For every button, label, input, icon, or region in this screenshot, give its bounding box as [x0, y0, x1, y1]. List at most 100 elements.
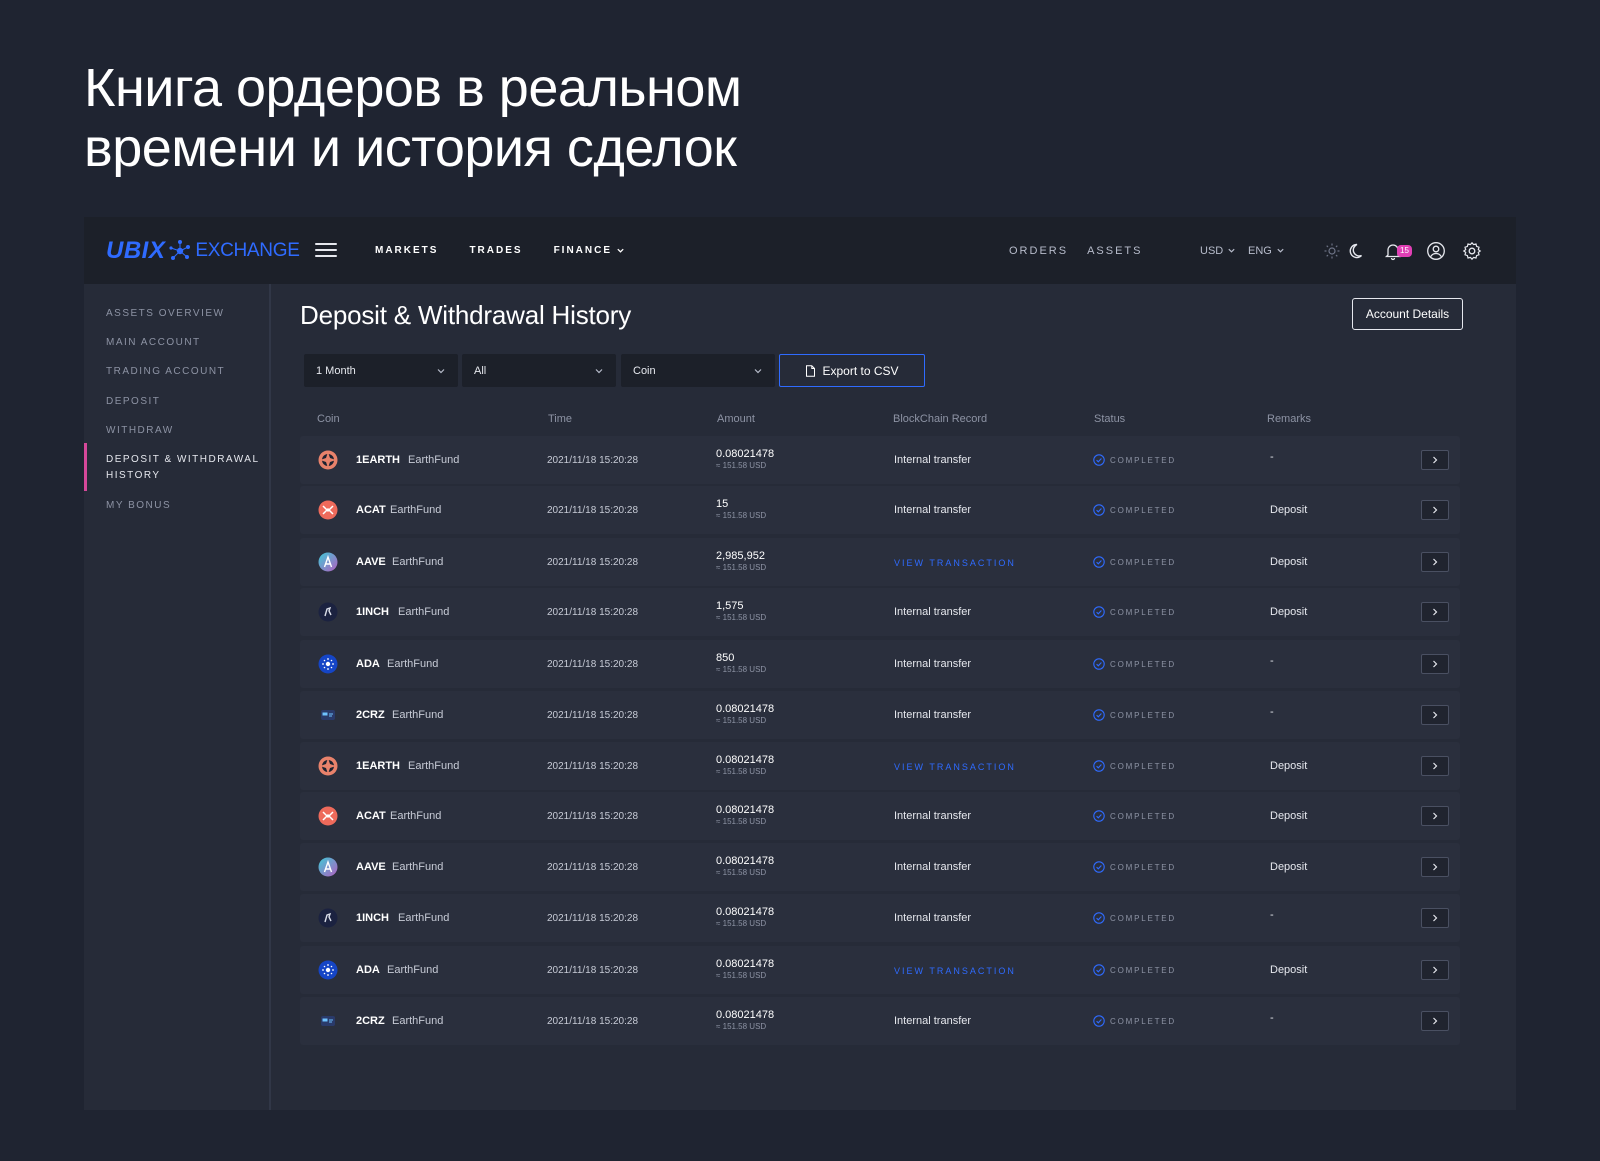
table-row[interactable]: 2CRZ EarthFund 2021/11/18 15:20:28 0.080214… [300, 997, 1460, 1045]
nav-markets[interactable]: MARKETS [375, 245, 438, 256]
amount-usd-value: ≈ 151.58 USD [716, 1022, 767, 1031]
status-label: COMPLETED [1110, 862, 1176, 872]
chevron-right-icon [1433, 812, 1438, 820]
chevron-down-icon [754, 368, 762, 373]
row-details-button[interactable] [1421, 705, 1449, 725]
row-details-button[interactable] [1421, 857, 1449, 877]
table-row[interactable]: ADA EarthFund 2021/11/18 15:20:28 0.0802147… [300, 946, 1460, 994]
row-details-button[interactable] [1421, 654, 1449, 674]
coin-symbol: ADA [356, 964, 380, 976]
row-details-button[interactable] [1421, 450, 1449, 470]
top-navigation-bar: UBIX EXCHANGE MARKETS TRADES FINANCE ORD… [84, 217, 1516, 284]
status-badge: COMPLETED [1093, 912, 1176, 924]
coin-filter-value: Coin [633, 364, 656, 377]
row-details-button[interactable] [1421, 500, 1449, 520]
check-circle-icon [1093, 1015, 1105, 1027]
sidebar-item-deposit[interactable]: DEPOSIT [106, 394, 160, 410]
header-remarks[interactable]: Remarks [1267, 413, 1311, 425]
row-details-button[interactable] [1421, 1011, 1449, 1031]
transaction-amount: 0.08021478 ≈ 151.58 USD [716, 958, 774, 981]
row-details-button[interactable] [1421, 960, 1449, 980]
row-details-button[interactable] [1421, 602, 1449, 622]
sidebar-item-withdraw[interactable]: WITHDRAW [106, 423, 174, 439]
transaction-amount: 0.08021478 ≈ 151.58 USD [716, 804, 774, 827]
coin-name: EarthFund [387, 658, 439, 670]
headline-line-2: времени и история сделок [84, 118, 737, 178]
remark-text: - [1270, 655, 1274, 667]
type-filter-select[interactable]: All [462, 354, 616, 387]
export-csv-button[interactable]: Export to CSV [779, 354, 925, 387]
remark-text: Deposit [1270, 556, 1308, 568]
table-row[interactable]: ACAT EarthFund 2021/11/18 15:20:28 0.080214… [300, 792, 1460, 840]
nav-orders[interactable]: ORDERS [1009, 245, 1068, 257]
coin-name: EarthFund [390, 810, 442, 822]
nav-trades[interactable]: TRADES [469, 245, 522, 256]
sidebar-item-deposit-withdrawal-history[interactable]: DEPOSIT & WITHDRAWAL HISTORY [106, 452, 260, 484]
check-circle-icon [1093, 454, 1105, 466]
coin-symbol: AAVE [356, 556, 386, 568]
header-blockchain-record[interactable]: BlockChain Record [893, 413, 987, 425]
row-details-button[interactable] [1421, 908, 1449, 928]
table-row[interactable]: 1EARTH EarthFund 2021/11/18 15:20:28 0.0802… [300, 742, 1460, 790]
table-row[interactable]: 2CRZ EarthFund 2021/11/18 15:20:28 0.080214… [300, 691, 1460, 739]
view-transaction-link[interactable]: VIEW TRANSACTION [894, 558, 1016, 568]
nav-assets[interactable]: ASSETS [1087, 245, 1142, 257]
table-row[interactable]: 1INCH EarthFund 2021/11/18 15:20:28 0.08021… [300, 894, 1460, 942]
notifications-button[interactable]: 15 [1383, 241, 1415, 261]
amount-usd-value: ≈ 151.58 USD [716, 511, 767, 520]
amount-usd-value: ≈ 151.58 USD [716, 767, 767, 776]
chevron-down-icon [1277, 248, 1284, 253]
check-circle-icon [1093, 606, 1105, 618]
table-row[interactable]: 1EARTH EarthFund 2021/11/18 15:20:28 0.0802… [300, 436, 1460, 484]
account-details-button[interactable]: Account Details [1352, 298, 1463, 330]
check-circle-icon [1093, 810, 1105, 822]
table-row[interactable]: AAVE EarthFund 2021/11/18 15:20:28 2,985,95… [300, 538, 1460, 586]
sidebar-item-main-account[interactable]: MAIN ACCOUNT [106, 335, 201, 351]
table-row[interactable]: AAVE EarthFund 2021/11/18 15:20:28 0.080214… [300, 843, 1460, 891]
status-label: COMPLETED [1110, 761, 1176, 771]
gear-icon[interactable] [1462, 241, 1482, 261]
row-details-button[interactable] [1421, 756, 1449, 776]
sidebar-item-my-bonus[interactable]: MY BONUS [106, 498, 171, 514]
nav-finance[interactable]: FINANCE [554, 245, 625, 256]
sun-icon[interactable] [1322, 241, 1342, 261]
status-badge: COMPLETED [1093, 810, 1176, 822]
table-row[interactable]: ACAT EarthFund 2021/11/18 15:20:28 15 ≈ 151.… [300, 486, 1460, 534]
header-time[interactable]: Time [548, 413, 572, 425]
header-status[interactable]: Status [1094, 413, 1125, 425]
table-row[interactable]: 1INCH EarthFund 2021/11/18 15:20:28 1,575 ≈ … [300, 588, 1460, 636]
status-label: COMPLETED [1110, 913, 1176, 923]
coin-filter-select[interactable]: Coin [621, 354, 775, 387]
amount-value: 0.08021478 [716, 754, 775, 766]
remark-text: - [1270, 1012, 1274, 1024]
sidebar-item-assets-overview[interactable]: ASSETS OVERVIEW [106, 306, 224, 322]
currency-selector[interactable]: USD [1200, 217, 1236, 284]
language-selector[interactable]: ENG [1248, 217, 1285, 284]
view-transaction-link[interactable]: VIEW TRANSACTION [894, 966, 1016, 976]
ubix-exchange-logo[interactable]: UBIX EXCHANGE [106, 237, 300, 264]
remark-text: - [1270, 451, 1274, 463]
period-filter-select[interactable]: 1 Month [304, 354, 458, 387]
blockchain-record: Internal transfer [894, 504, 972, 516]
table-row[interactable]: ADA EarthFund 2021/11/18 15:20:28 850 ≈ 151.… [300, 640, 1460, 688]
language-value: ENG [1248, 244, 1272, 257]
amount-value: 0.08021478 [716, 804, 775, 816]
row-details-button[interactable] [1421, 552, 1449, 572]
coin-name: EarthFund [408, 454, 460, 466]
transaction-amount: 850 ≈ 151.58 USD [716, 652, 766, 675]
account-sidebar: ASSETS OVERVIEW MAIN ACCOUNT TRADING ACC… [84, 284, 271, 1110]
user-icon[interactable] [1426, 241, 1446, 261]
menu-hamburger-icon[interactable] [315, 243, 337, 257]
period-filter-value: 1 Month [316, 364, 356, 377]
status-badge: COMPLETED [1093, 504, 1176, 516]
moon-icon[interactable] [1348, 241, 1368, 261]
secondary-nav: ORDERS ASSETS [1009, 217, 1142, 284]
header-coin[interactable]: Coin [317, 413, 340, 425]
coin-name: EarthFund [398, 912, 450, 924]
type-filter-value: All [474, 364, 487, 377]
view-transaction-link[interactable]: VIEW TRANSACTION [894, 762, 1016, 772]
header-amount[interactable]: Amount [717, 413, 755, 425]
sidebar-item-trading-account[interactable]: TRADING ACCOUNT [106, 364, 225, 380]
row-details-button[interactable] [1421, 806, 1449, 826]
2crz-coin-icon [318, 705, 338, 725]
